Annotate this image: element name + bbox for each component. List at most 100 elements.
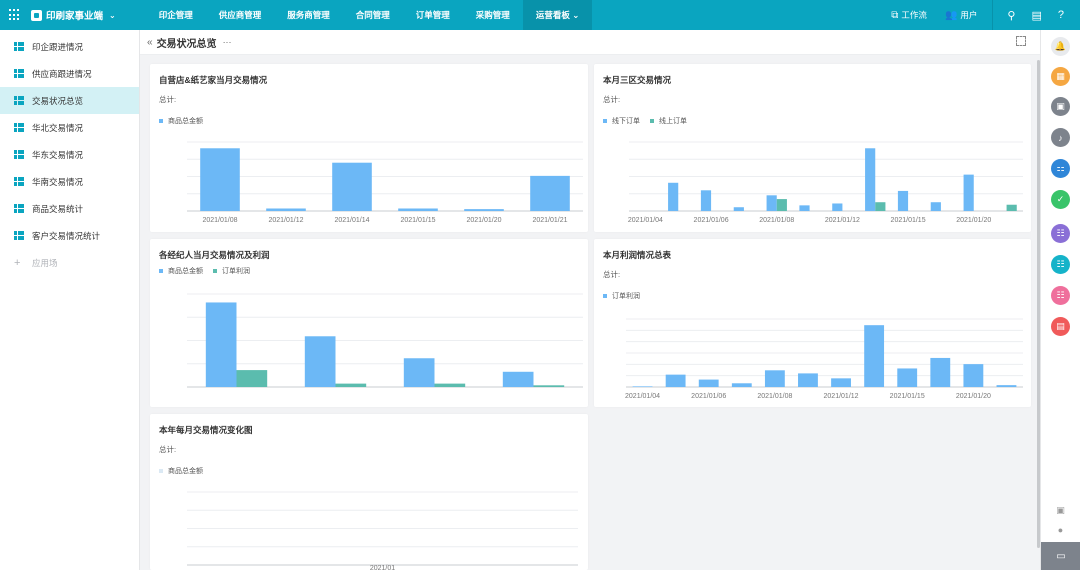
more-icon[interactable]: ··· [223, 37, 232, 47]
bar-4-series-0[interactable] [766, 195, 777, 211]
bar-3-series-0[interactable] [733, 207, 744, 211]
bar-3-series-0[interactable] [398, 208, 438, 211]
sidebar-item-label: 供应商跟进情况 [32, 68, 92, 79]
dock-toggle-button[interactable]: ▭ [1041, 542, 1080, 570]
app-logo[interactable]: 印刷家事业端 ⌄ [31, 8, 116, 22]
bar-0-series-1[interactable] [236, 370, 268, 387]
nav-item-5[interactable]: 采购管理 [463, 0, 523, 30]
fullscreen-icon[interactable] [1016, 36, 1026, 46]
bar-5-series-0[interactable] [798, 373, 818, 387]
bar-7-series-1[interactable] [875, 202, 886, 211]
chat-icon[interactable]: ● [1055, 525, 1066, 536]
org-chart-icon[interactable]: ⚏ [1051, 159, 1070, 178]
chart-card-self-store: 自营店&纸艺家当月交易情况 总计: 商品总金额 2021/01/08 2021/01/1… [150, 64, 588, 232]
bar-0-series-0[interactable] [632, 386, 653, 387]
nav-item-0[interactable]: 印企管理 [146, 0, 206, 30]
bar-5-series-0[interactable] [530, 175, 570, 211]
bar-2-series-0[interactable] [403, 358, 435, 387]
bar-2-series-0[interactable] [700, 190, 712, 211]
x-tick-label: 2021/01/12 [268, 217, 303, 224]
nav-item-label: 采购管理 [475, 10, 510, 20]
user-button[interactable]: 👥 用户 [936, 9, 986, 21]
bar-11-series-0[interactable] [996, 385, 1017, 387]
briefcase-icon[interactable]: ▣ [1051, 97, 1070, 116]
bar-11-series-1[interactable] [1006, 204, 1017, 211]
table-icon [14, 204, 24, 213]
collapse-icon[interactable]: « [147, 37, 153, 48]
chart-card-monthly: 本年每月交易情况变化图 总计: 商品总金额 2021/01 [150, 414, 588, 570]
chart-plot: 2021/01/04 2021/01/06 2021/01/08 2021/01/12… [625, 318, 1023, 400]
bar-3-series-0[interactable] [731, 383, 752, 387]
chart-plot [187, 293, 583, 388]
sidebar-item-label: 华北交易情况 [32, 122, 84, 133]
nav-item-6[interactable]: 运营看板 ⌄ [522, 0, 593, 30]
bar-4-series-0[interactable] [764, 370, 785, 387]
help-icon[interactable]: ? [1050, 9, 1072, 21]
bar-7-series-0[interactable] [864, 325, 885, 387]
grid-app-icon[interactable]: ▦ [1051, 67, 1070, 86]
people-icon[interactable]: ☷ [1051, 286, 1070, 305]
sidebar-item-0[interactable]: 印企跟进情况 [0, 33, 139, 60]
bar-8-series-0[interactable] [897, 190, 909, 211]
sidebar-item-label: 商品交易统计 [32, 203, 84, 214]
top-right-actions: ⧉ 工作流 👥 用户 ⚲ ▤ ? [882, 0, 1080, 30]
app-title: 印刷家事业端 [46, 11, 104, 22]
x-tick-label: 2021/01/08 [757, 393, 792, 400]
bar-1-series-0[interactable] [665, 374, 686, 387]
sidebar-item-1[interactable]: 供应商跟进情况 [0, 60, 139, 87]
bar-1-series-0[interactable] [304, 336, 336, 387]
bar-1-series-1[interactable] [335, 383, 367, 387]
sidebar-item-2[interactable]: 交易状况总览 [0, 87, 139, 114]
bar-10-series-0[interactable] [963, 364, 984, 387]
add-app-button[interactable]: + 应用场 [0, 249, 139, 276]
chart-card-three-region: 本月三区交易情况 总计: 线下订单 线上订单 2021/01/04 2021/01/06 2… [594, 64, 1031, 232]
bar-8-series-0[interactable] [897, 368, 918, 387]
bar-6-series-0[interactable] [832, 203, 843, 211]
bell-icon[interactable]: ♪ [1051, 128, 1070, 147]
calendar-icon[interactable]: ▤ [1051, 317, 1070, 336]
table-icon [14, 123, 24, 132]
bar-4-series-1[interactable] [776, 199, 787, 211]
bar-10-series-0[interactable] [963, 174, 974, 211]
bar-0-series-0[interactable] [205, 302, 237, 387]
apps-grid-icon[interactable] [9, 9, 21, 21]
table-icon [14, 96, 24, 105]
bar-3-series-0[interactable] [502, 371, 534, 387]
team-icon[interactable]: ☷ [1051, 224, 1070, 243]
bar-9-series-0[interactable] [930, 357, 951, 387]
chevron-down-icon: ⌄ [569, 10, 580, 20]
document-icon[interactable]: ▤ [1023, 9, 1049, 22]
bar-2-series-1[interactable] [434, 383, 466, 387]
nav-item-3[interactable]: 合同管理 [343, 0, 403, 30]
nav-item-2[interactable]: 服务商管理 [274, 0, 343, 30]
bar-2-series-0[interactable] [698, 379, 719, 387]
sidebar-item-6[interactable]: 商品交易统计 [0, 195, 139, 222]
bar-3-series-1[interactable] [533, 385, 565, 387]
notification-icon[interactable]: 🔔 [1051, 37, 1070, 56]
sidebar-item-5[interactable]: 华南交易情况 [0, 168, 139, 195]
sidebar-item-7[interactable]: 客户交易情况统计 [0, 222, 139, 249]
sidebar-item-3[interactable]: 华北交易情况 [0, 114, 139, 141]
group-icon[interactable]: ☷ [1051, 255, 1070, 274]
search-icon[interactable]: ⚲ [999, 9, 1023, 22]
bar-6-series-0[interactable] [831, 378, 851, 387]
sidebar-item-4[interactable]: 华东交易情况 [0, 141, 139, 168]
workflow-button[interactable]: ⧉ 工作流 [882, 9, 936, 21]
top-bar: 印刷家事业端 ⌄ 印企管理 供应商管理 服务商管理 合同管理 订单管理 采购管理 运营看板 … [0, 0, 1080, 30]
bar-7-series-0[interactable] [865, 148, 876, 211]
bar-9-series-0[interactable] [930, 202, 941, 211]
x-tick-label: 2021/01/15 [400, 217, 435, 224]
bar-1-series-0[interactable] [266, 208, 306, 211]
bar-5-series-0[interactable] [799, 205, 810, 211]
contact-icon[interactable]: ▣ [1055, 505, 1066, 516]
bar-2-series-0[interactable] [332, 162, 372, 211]
bar-0-series-0[interactable] [200, 148, 240, 211]
bar-1-series-0[interactable] [668, 182, 679, 211]
user-icon: 👥 [944, 9, 958, 21]
nav-item-4[interactable]: 订单管理 [403, 0, 463, 30]
check-icon[interactable]: ✓ [1051, 190, 1070, 209]
nav-item-1[interactable]: 供应商管理 [206, 0, 275, 30]
bar-4-series-0[interactable] [464, 209, 504, 211]
chart-card-broker: 各经纪人当月交易情况及利润 商品总金额 订单利润 [150, 239, 588, 407]
nav-item-label: 订单管理 [415, 10, 450, 20]
